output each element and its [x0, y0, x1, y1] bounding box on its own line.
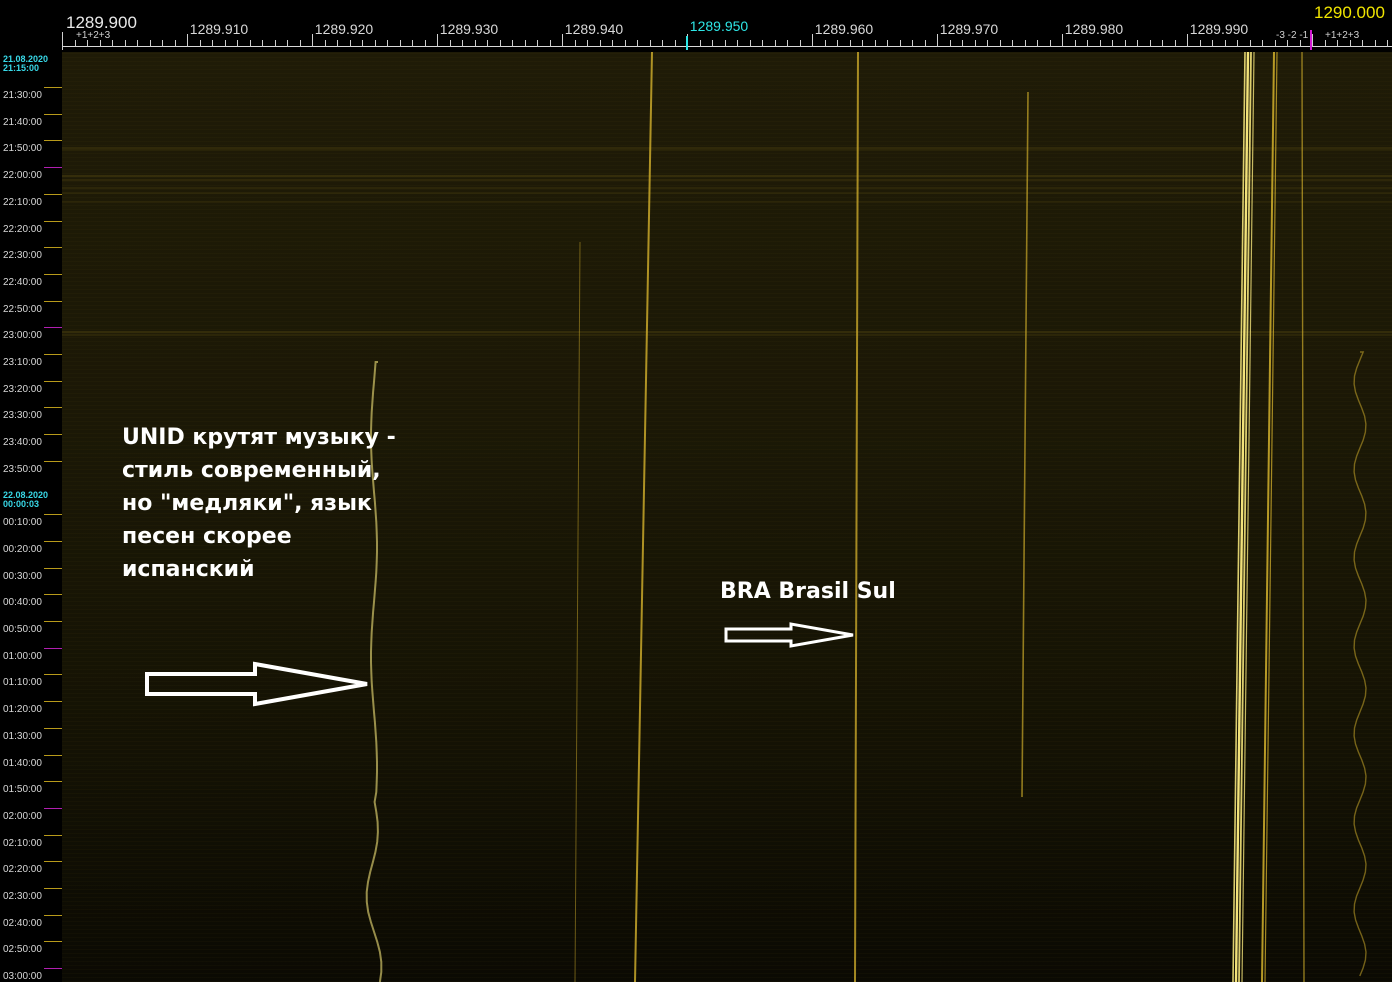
bra-note-line: BRA Brasil Sul — [720, 579, 896, 604]
unid-annotation: UNID крутят музыку - стиль современный, … — [122, 421, 396, 586]
unid-note-line-1: UNID крутят музыку - — [122, 425, 396, 450]
bra-arrow-icon — [724, 622, 854, 648]
unid-note-line-4: песен скорее — [122, 524, 292, 549]
unid-arrow-icon — [145, 661, 368, 707]
bra-annotation: BRA Brasil Sul — [720, 575, 896, 608]
unid-note-line-2: стиль современный, — [122, 458, 381, 483]
unid-note-line-5: испанский — [122, 557, 255, 582]
unid-note-line-3: но "медляки", язык — [122, 491, 372, 516]
